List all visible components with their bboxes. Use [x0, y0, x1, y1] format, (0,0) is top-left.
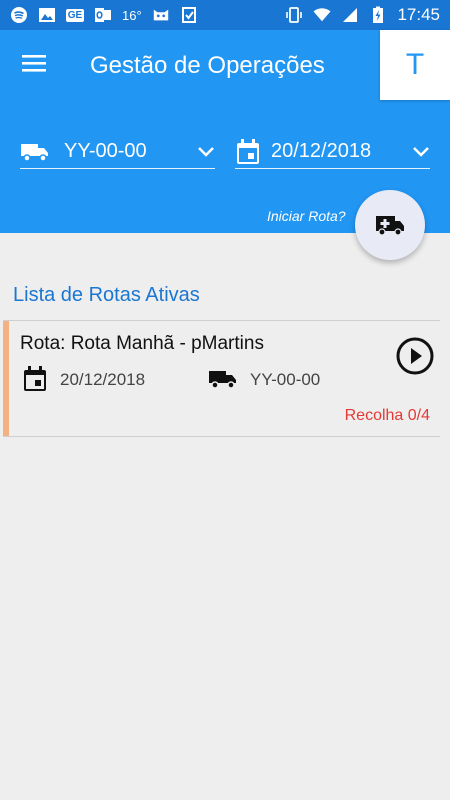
ambulance-icon [376, 216, 404, 236]
route-card-accent [3, 321, 9, 436]
menu-button[interactable] [21, 52, 49, 78]
date-select[interactable]: 20/12/2018 [235, 135, 430, 169]
date-select-value: 20/12/2018 [271, 140, 372, 162]
vehicle-select-value: YY-00-00 [64, 140, 147, 162]
ge-badge: GE [65, 8, 85, 22]
signal-icon [341, 6, 359, 24]
play-route-button[interactable] [396, 337, 434, 375]
cat-icon [152, 6, 170, 24]
route-title: Rota: Rota Manhã - pMartins [20, 333, 264, 354]
start-route-button[interactable] [355, 190, 425, 260]
wifi-icon [313, 6, 332, 24]
status-left-icons: GE 16° [10, 6, 285, 24]
status-time: 17:45 [397, 5, 440, 24]
vibrate-icon [285, 6, 303, 24]
route-card[interactable]: Rota: Rota Manhã - pMartins 20/12/2018 Y… [3, 320, 440, 437]
spotify-icon [10, 6, 28, 24]
battery-charging-icon [369, 6, 387, 24]
outlook-icon [94, 6, 112, 24]
status-bar: GE 16° 17:45 [0, 0, 450, 30]
chevron-down-icon [413, 146, 429, 157]
truck-icon [208, 367, 238, 396]
calendar-icon [22, 365, 48, 398]
ge-icon: GE [65, 6, 85, 24]
check-icon [180, 6, 198, 24]
route-date: 20/12/2018 [60, 370, 146, 389]
route-status: Recolha 0/4 [344, 407, 430, 424]
hamburger-menu-icon [22, 55, 46, 72]
chevron-down-icon [198, 146, 214, 157]
truck-icon [21, 143, 48, 162]
start-route-label: Iniciar Rota? [267, 208, 346, 224]
play-circle-icon [396, 337, 434, 375]
vehicle-select[interactable]: YY-00-00 [20, 135, 215, 169]
page-title: Gestão de Operações [90, 52, 325, 79]
status-right-icons: 17:45 [285, 5, 440, 25]
app-header: Gestão de Operações T YY-00-00 20/12/201… [0, 30, 450, 260]
image-icon [38, 6, 56, 24]
section-title: Lista de Rotas Ativas [13, 284, 200, 306]
temperature-icon: 16° [122, 7, 142, 23]
user-avatar[interactable]: T [380, 30, 450, 100]
calendar-icon [237, 138, 259, 164]
route-plate: YY-00-00 [250, 370, 321, 389]
